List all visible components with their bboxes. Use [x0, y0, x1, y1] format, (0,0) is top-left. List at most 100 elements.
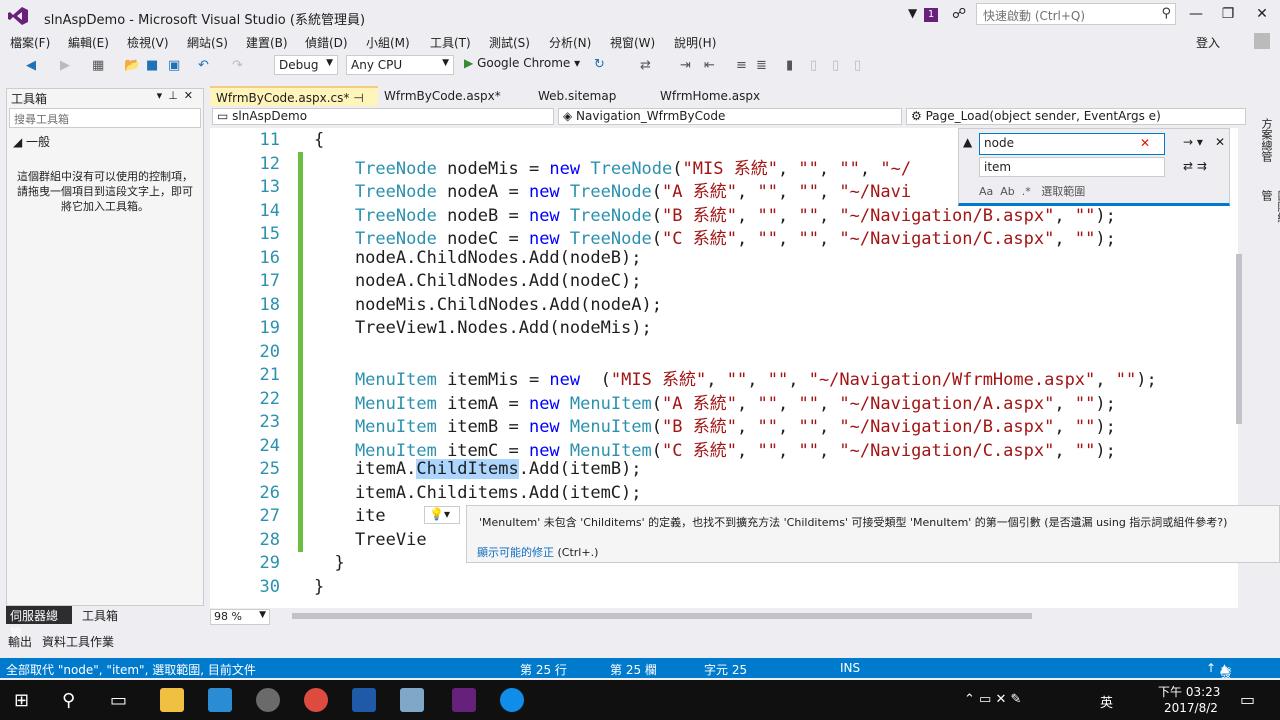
menu-test[interactable]: 測試(S) [489, 34, 530, 51]
open-file-icon[interactable]: 📂 [124, 58, 140, 73]
clear-bookmarks-icon[interactable]: ▯ [854, 58, 861, 73]
sign-in-link[interactable]: 登入 [1196, 34, 1220, 51]
minimize-button[interactable]: — [1184, 6, 1208, 22]
outdent-icon[interactable]: ⇤ [704, 58, 715, 73]
filter-icon[interactable]: ▼ [908, 6, 917, 20]
code-line[interactable]: TreeVie [314, 530, 427, 550]
app-icon[interactable] [256, 688, 280, 712]
menu-team[interactable]: 小組(M) [366, 34, 410, 51]
tab-server-explorer[interactable]: 伺服器總管 [6, 606, 72, 640]
publish-button[interactable]: ↑ 發行 ▲ [1206, 661, 1232, 697]
undo-icon[interactable]: ↶ [198, 58, 209, 73]
member-dropdown[interactable]: ⚙ Page_Load(object sender, EventArgs e) [906, 108, 1246, 125]
tab-wfrmbycode-aspx[interactable]: WfrmByCode.aspx* [378, 86, 507, 106]
menu-file[interactable]: 檔案(F) [10, 34, 50, 51]
menu-tools[interactable]: 工具(T) [430, 34, 471, 51]
solution-config-select[interactable]: Debug ▼ [274, 55, 338, 75]
quick-launch-input[interactable]: 快速啟動 (Ctrl+Q) ⚲ [976, 3, 1176, 25]
clock-date[interactable]: 2017/8/2 [1164, 701, 1218, 715]
start-debugging-button[interactable]: ▶ Google Chrome ▾ [464, 56, 580, 70]
restore-button[interactable]: ❐ [1216, 6, 1240, 22]
task-view-icon[interactable]: ▭ [110, 690, 127, 711]
menu-build[interactable]: 建置(B) [246, 34, 288, 51]
toolbox-group-general[interactable]: ◢ 一般 [13, 133, 50, 150]
indent-icon[interactable]: ⇥ [680, 58, 691, 73]
browser-link-icon[interactable]: ⇄ [640, 58, 651, 73]
tab-web-sitemap[interactable]: Web.sitemap [532, 86, 622, 106]
search-icon[interactable]: ⚲ [62, 690, 75, 711]
horizontal-scrollbar[interactable] [278, 610, 1226, 622]
code-line[interactable]: TreeNode nodeC = new TreeNode("C 系統", ""… [314, 224, 1116, 249]
comment-icon[interactable]: ≡ [736, 58, 747, 73]
find-input[interactable]: node ✕ [979, 133, 1165, 155]
prev-bookmark-icon[interactable]: ▯ [810, 58, 817, 73]
find-next-icon[interactable]: → ▾ [1183, 135, 1203, 149]
menu-analyze[interactable]: 分析(N) [549, 34, 591, 51]
close-button[interactable]: ✕ [1250, 6, 1274, 22]
ime-indicator[interactable]: 英 [1100, 692, 1113, 711]
code-line[interactable]: MenuItem itemC = new MenuItem("C 系統", ""… [314, 436, 1116, 461]
menu-window[interactable]: 視窗(W) [610, 34, 655, 51]
code-line[interactable]: { [314, 130, 324, 150]
code-line[interactable]: itemA.ChildItems.Add(itemB); [314, 459, 642, 479]
code-line[interactable]: nodeMis.ChildNodes.Add(nodeA); [314, 295, 662, 315]
feedback-icon[interactable]: ☍ [952, 6, 966, 22]
collapse-icon[interactable]: ▲ [963, 135, 972, 149]
menu-website[interactable]: 網站(S) [187, 34, 228, 51]
clock-time[interactable]: 下午 03:23 [1158, 683, 1220, 700]
code-line[interactable]: TreeNode nodeMis = new TreeNode("MIS 系統"… [314, 154, 911, 179]
code-line[interactable]: } [314, 577, 324, 597]
windows-start-icon[interactable]: ⊞ [14, 690, 29, 711]
refresh-icon[interactable]: ↻ [594, 57, 605, 72]
next-bookmark-icon[interactable]: ▯ [832, 58, 839, 73]
show-fixes-link[interactable]: 顯示可能的修正 [477, 546, 554, 559]
zoom-select[interactable]: 98 % ▼ [210, 609, 270, 625]
menu-help[interactable]: 說明(H) [674, 34, 716, 51]
notification-icon[interactable]: ▭ [1240, 690, 1255, 709]
menu-edit[interactable]: 編輯(E) [68, 34, 109, 51]
file-explorer-icon[interactable] [160, 688, 184, 712]
code-line[interactable]: nodeA.ChildNodes.Add(nodeB); [314, 248, 642, 268]
chrome-icon[interactable] [304, 688, 328, 712]
tab-wfrmhome-aspx[interactable]: WfrmHome.aspx [654, 86, 766, 106]
bookmark-icon[interactable]: ▮ [786, 58, 793, 73]
code-line[interactable]: MenuItem itemMis = new ("MIS 系統", "", ""… [314, 365, 1157, 390]
replace-icon[interactable]: ⇄ ⇉ [1183, 159, 1207, 173]
scroll-thumb[interactable] [292, 613, 1032, 619]
class-dropdown[interactable]: ◈ Navigation_WfrmByCode [558, 108, 902, 125]
clear-icon[interactable]: ✕ [1140, 136, 1150, 150]
code-line[interactable]: } [314, 553, 344, 573]
code-line[interactable]: nodeA.ChildNodes.Add(nodeC); [314, 271, 642, 291]
scroll-thumb[interactable] [1236, 254, 1242, 424]
save-icon[interactable]: ■ [146, 58, 158, 73]
redo-icon[interactable]: ↷ [232, 58, 243, 73]
code-line[interactable]: TreeNode nodeA = new TreeNode("A 系統", ""… [314, 177, 911, 202]
panel-controls[interactable]: ▾⊥✕ [157, 89, 199, 102]
pin-icon[interactable]: ⊣ [353, 91, 363, 105]
project-dropdown[interactable]: ▭ slnAspDemo [212, 108, 554, 125]
quick-actions-icon[interactable]: 💡▾ [424, 506, 460, 524]
avatar[interactable] [1254, 33, 1270, 49]
new-project-icon[interactable]: ▦ [92, 58, 104, 73]
code-line[interactable]: itemA.Childitems.Add(itemC); [314, 483, 642, 503]
uncomment-icon[interactable]: ≣ [756, 58, 767, 73]
toolbox-search-input[interactable]: 搜尋工具箱 [9, 108, 201, 128]
qn-app-icon[interactable] [352, 688, 376, 712]
solution-platform-select[interactable]: Any CPU ▼ [346, 55, 454, 75]
tab-solution-explorer[interactable]: 方案總管 [1258, 118, 1274, 162]
close-icon[interactable]: ✕ [1215, 135, 1225, 149]
menu-debug[interactable]: 偵錯(D) [305, 34, 348, 51]
tab-toolbox[interactable]: 工具箱 [78, 606, 122, 624]
tab-output[interactable]: 輸出 [4, 632, 36, 650]
visual-studio-taskbar-icon[interactable] [452, 688, 476, 712]
save-all-icon[interactable]: ▣ [168, 58, 180, 73]
notification-badge[interactable]: 1 [924, 8, 938, 22]
replace-input[interactable]: item [979, 157, 1165, 177]
forward-icon[interactable]: ▶ [60, 58, 70, 73]
teamviewer-icon[interactable] [500, 688, 524, 712]
notepad-icon[interactable] [400, 688, 424, 712]
tab-data-tools[interactable]: 資料工具作業 [38, 632, 118, 650]
back-icon[interactable]: ◀ [26, 58, 36, 73]
code-line[interactable]: TreeView1.Nodes.Add(nodeMis); [314, 318, 652, 338]
code-line[interactable]: MenuItem itemA = new MenuItem("A 系統", ""… [314, 389, 1116, 414]
